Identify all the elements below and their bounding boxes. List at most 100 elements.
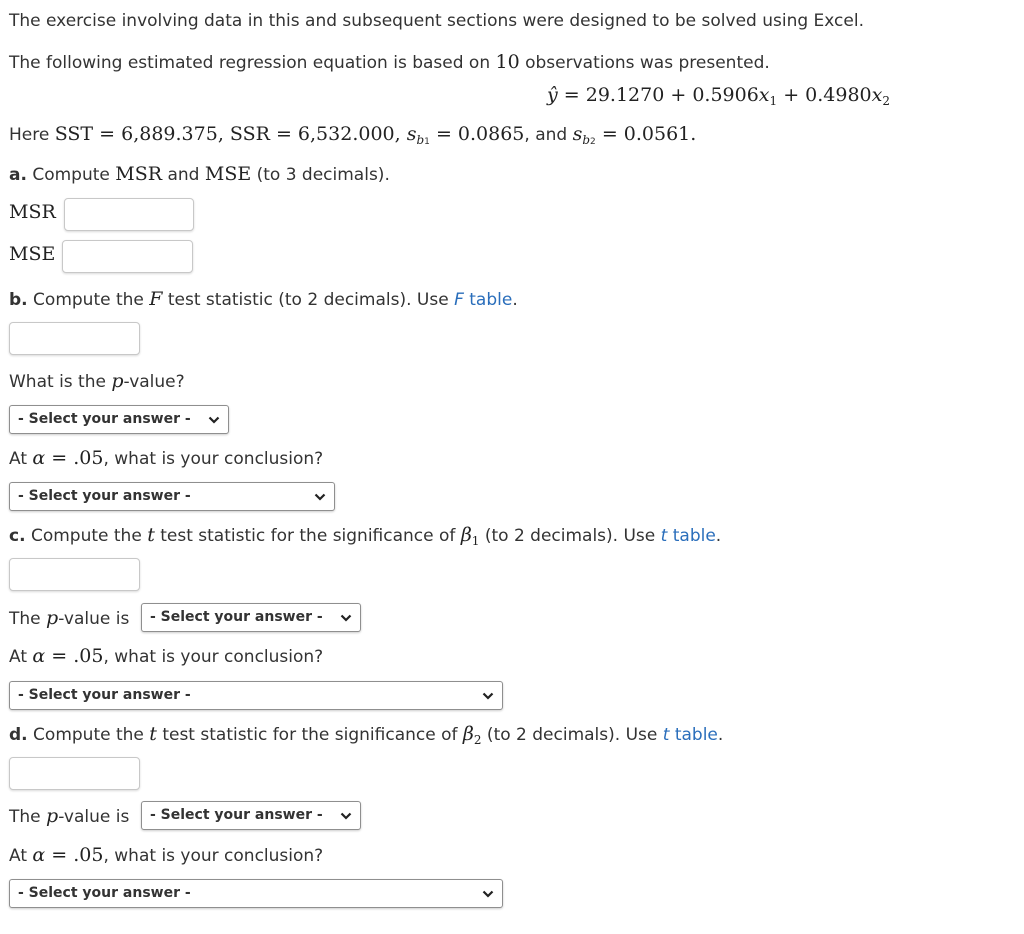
chevron-down-icon [340,812,352,820]
alpha-symbol: α [32,844,46,866]
alpha-value: = .05 [45,645,104,667]
text: The [9,807,47,827]
intro-line-1: The exercise involving data in this and … [9,11,864,31]
chevron-down-icon [482,890,494,898]
intro-text: The following estimated regression equat… [9,53,496,73]
t-symbol: t [147,524,155,546]
regression-equation: ŷ = 29.1270 + 0.5906x1 + 0.4980x2 [547,84,890,108]
observation-count: 10 [495,51,520,73]
text: Compute the [27,290,150,310]
part-c-conclusion-select[interactable]: - Select your answer - [9,681,503,710]
t-statistic-b2-input[interactable] [9,757,140,790]
text: -value is [58,807,130,827]
text: At [9,647,33,667]
pvalue-question: What is the p-value? [9,370,185,392]
f-table-link[interactable]: F table [454,290,512,310]
var-x: x [758,84,770,106]
link-text: table [667,526,716,546]
text: test statistic (to 2 decimals). Use [162,290,455,310]
t-table-link[interactable]: t table [663,725,718,745]
sub: 2 [473,733,482,747]
t-symbol: t [149,723,157,745]
period: . [690,123,697,145]
plus: + [664,84,693,106]
part-letter: c. [9,526,26,546]
alpha-symbol: α [32,447,46,469]
period: . [512,290,518,310]
chevron-down-icon [340,614,352,622]
sub: 1 [769,94,778,108]
text: , what is your conclusion? [103,449,324,469]
link-text: table [463,290,513,310]
select-value: - Select your answer - [18,488,191,504]
link-italic: F [454,290,464,310]
mse-label: MSE [9,243,56,265]
part-c-pvalue-label: The p-value is [9,607,129,629]
msr: MSR [115,163,163,185]
text: (to 3 decimals). [251,165,390,185]
t-table-link[interactable]: t table [661,526,716,546]
ssr-value: = 6,532.000 [269,123,395,145]
text: -value is [58,609,130,629]
period: . [715,526,722,546]
intro-line-2: The following estimated regression equat… [9,51,770,73]
var-x: x [871,84,883,106]
part-b-pvalue-select[interactable]: - Select your answer - [9,405,229,434]
mse: MSE [204,163,252,185]
text: Compute the [27,725,150,745]
msr-input[interactable] [64,198,194,231]
select-value: - Select your answer - [18,411,191,427]
f-statistic-input[interactable] [9,322,140,355]
select-value: - Select your answer - [18,885,191,901]
part-letter: a. [9,165,27,185]
text: , and [524,125,573,145]
part-d-conclusion-select[interactable]: - Select your answer - [9,879,503,908]
sub: b [582,133,591,147]
f-symbol: F [149,288,163,310]
part-letter: b. [9,290,28,310]
text: (to 2 decimals). Use [479,526,661,546]
sub: 2 [882,94,890,108]
part-letter: d. [9,725,28,745]
text: , what is your conclusion? [103,846,324,866]
ssr-label: SSR [229,123,270,145]
part-b-conclusion-select[interactable]: - Select your answer - [9,482,335,511]
part-d-pvalue-select[interactable]: - Select your answer - [141,801,361,830]
comma: , [394,123,407,145]
beta-symbol: β [460,524,472,546]
sst-value: = 6,889.375 [93,123,218,145]
p-symbol: p [46,805,59,827]
intro-text: observations was presented. [519,53,770,73]
p-symbol: p [111,370,124,392]
given-values: Here SST = 6,889.375, SSR = 6,532.000, s… [9,123,696,147]
equals: = [557,84,586,106]
y-hat: ŷ [547,84,558,106]
part-c-pvalue-select[interactable]: - Select your answer - [141,603,361,632]
text: , what is your conclusion? [103,647,324,667]
select-value: - Select your answer - [18,687,191,703]
sb2-symbol: s [572,123,583,145]
coef-2: 0.4980 [805,84,872,106]
text: Compute the [25,526,148,546]
part-b-heading: b. Compute the F test statistic (to 2 de… [9,288,518,310]
period: . [717,725,724,745]
msr-label: MSR [9,201,56,223]
chevron-down-icon [482,692,494,700]
text: test statistic for the significance of [154,526,461,546]
text: Compute [26,165,116,185]
plus: + [777,84,806,106]
coef-1: 0.5906 [692,84,759,106]
text: At [9,449,33,469]
alpha-symbol: α [32,645,46,667]
text: -value? [123,372,185,392]
text: and [162,165,205,185]
intercept: 29.1270 [585,84,665,106]
text: (to 2 decimals). Use [481,725,663,745]
part-c-conclusion-question: At α = .05, what is your conclusion? [9,645,323,667]
mse-input[interactable] [62,240,193,273]
t-statistic-b1-input[interactable] [9,558,140,591]
part-d-heading: d. Compute the t test statistic for the … [9,723,723,747]
text: At [9,846,33,866]
sb2-value: = 0.0561 [595,123,691,145]
beta-symbol: β [462,723,474,745]
